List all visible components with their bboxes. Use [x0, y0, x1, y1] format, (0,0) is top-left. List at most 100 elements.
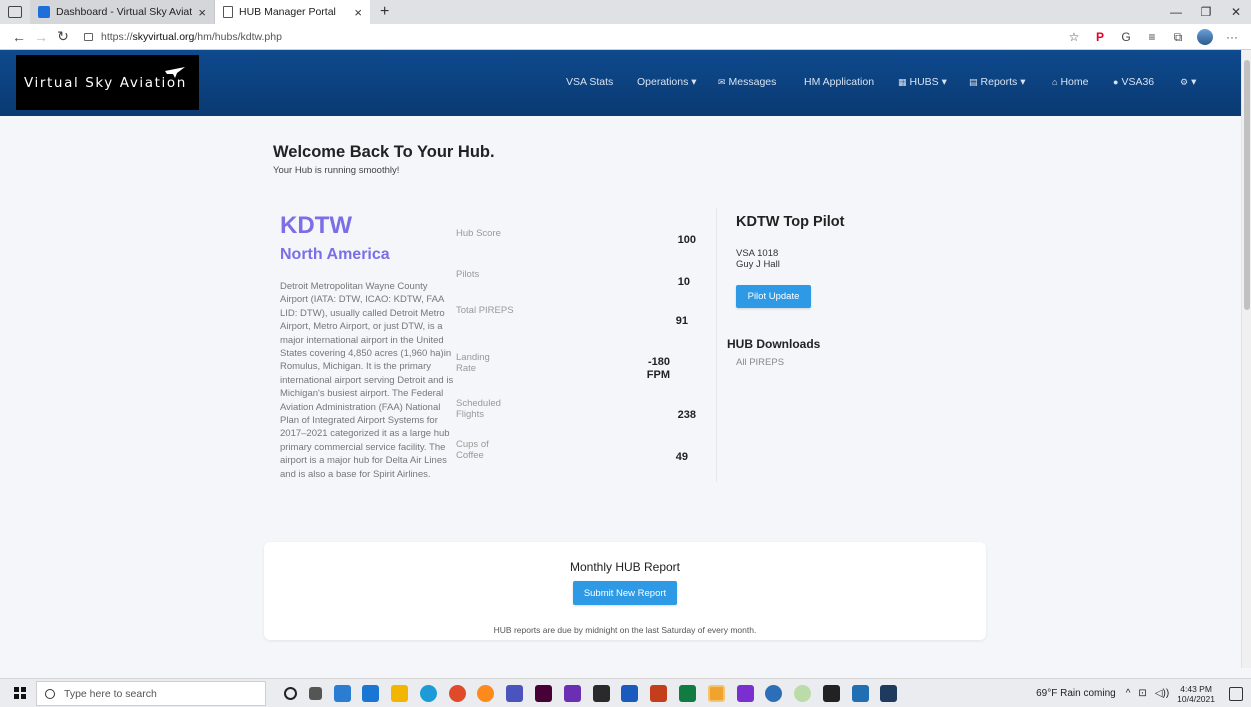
teams-icon[interactable]	[506, 685, 524, 702]
network-icon[interactable]: ⊡	[1138, 688, 1146, 699]
envelope-icon: ✉	[718, 77, 726, 87]
hub-region: North America	[280, 246, 390, 263]
vsa-favicon-icon	[38, 6, 50, 18]
url-prefix: https://	[101, 30, 133, 43]
search-placeholder: Type here to search	[64, 687, 157, 700]
nav-user[interactable]: ● VSA36	[1113, 76, 1154, 88]
browser-toolbar: ☆ P G ≡ ⧉ ···	[1061, 24, 1245, 50]
pinterest-icon[interactable]: P	[1087, 30, 1113, 44]
clock-date: 10/4/2021	[1177, 693, 1215, 704]
nav-operations[interactable]: Operations ▾	[637, 76, 697, 88]
tab-title: Dashboard - Virtual Sky Aviation	[56, 6, 193, 18]
new-tab-button[interactable]: +	[380, 3, 389, 21]
hub-description: Detroit Metropolitan Wayne County Airpor…	[280, 281, 454, 480]
reports-icon: ▤	[969, 77, 978, 87]
browser-tab-hub-manager[interactable]: HUB Manager Portal ×	[215, 0, 370, 24]
app-icon[interactable]	[333, 685, 351, 702]
stat-label-hub-score: Hub Score	[456, 228, 501, 239]
nav-messages[interactable]: ✉ Messages	[718, 76, 776, 88]
nav-hubs[interactable]: ▦ HUBS ▾	[898, 76, 947, 88]
app-icon[interactable]	[851, 685, 869, 702]
app-icon[interactable]	[880, 685, 898, 702]
taskbar-clock[interactable]: 4:43 PM 10/4/2021	[1177, 684, 1215, 704]
favorite-star-icon[interactable]: ☆	[1061, 30, 1087, 44]
close-window-icon[interactable]: ✕	[1221, 5, 1251, 19]
restore-icon[interactable]: ❐	[1191, 5, 1221, 19]
stat-value-scheduled-flights: 238	[677, 409, 696, 421]
p3d-icon[interactable]	[822, 685, 840, 702]
app-icon[interactable]	[765, 685, 783, 702]
home-icon: ⌂	[1052, 77, 1058, 87]
pilot-update-button[interactable]: Pilot Update	[736, 285, 811, 308]
app-active-icon[interactable]	[707, 685, 725, 702]
page-scrollbar[interactable]	[1241, 50, 1251, 668]
app-icon[interactable]	[563, 685, 581, 702]
tab-actions-icon[interactable]	[8, 6, 22, 18]
edge-icon[interactable]	[419, 685, 437, 702]
logo-text: Virtual Sky Aviation	[24, 74, 187, 91]
tab-close-icon[interactable]: ×	[354, 5, 362, 20]
submit-report-button[interactable]: Submit New Report	[573, 581, 677, 605]
nav-home[interactable]: ⌂ Home	[1052, 76, 1088, 88]
column-divider	[716, 208, 717, 482]
weather-widget[interactable]: 69°F Rain coming	[1036, 688, 1116, 699]
tab-close-icon[interactable]: ×	[198, 5, 206, 20]
taskbar-search-input[interactable]: Type here to search	[36, 681, 266, 706]
search-icon	[45, 688, 55, 699]
refresh-icon[interactable]: ↻	[52, 28, 74, 45]
top-pilot-title: KDTW Top Pilot	[736, 214, 845, 230]
taskbar-apps	[272, 679, 903, 707]
user-icon: ●	[1113, 77, 1119, 87]
browser-tab-dashboard[interactable]: Dashboard - Virtual Sky Aviation ×	[30, 0, 215, 24]
epic-games-icon[interactable]	[592, 685, 610, 702]
word-icon[interactable]	[621, 685, 639, 702]
stat-value-landing-rate: -180 FPM	[646, 356, 670, 381]
window-controls: — ❐ ✕	[1161, 0, 1251, 24]
windows-start-icon[interactable]	[14, 687, 26, 699]
stat-value-total-pireps: 91	[675, 315, 688, 327]
extension-icon[interactable]: G	[1113, 30, 1139, 44]
powerpoint-icon[interactable]	[650, 685, 668, 702]
volume-icon[interactable]: ◁))	[1155, 688, 1169, 699]
url-host: skyvirtual.org	[132, 30, 195, 43]
nav-reports[interactable]: ▤ Reports ▾	[969, 76, 1025, 88]
clock-time: 4:43 PM	[1180, 683, 1212, 694]
profile-avatar[interactable]	[1197, 29, 1213, 45]
tray-chevron-icon[interactable]: ^	[1126, 688, 1131, 699]
collections-icon[interactable]: ⧉	[1165, 30, 1191, 45]
excel-icon[interactable]	[678, 685, 696, 702]
app-icon[interactable]	[794, 685, 812, 702]
cortana-icon[interactable]	[284, 687, 297, 700]
site-logo[interactable]: Virtual Sky Aviation	[16, 55, 199, 110]
forward-icon[interactable]: →	[30, 29, 52, 45]
task-view-icon[interactable]	[308, 687, 322, 700]
scrollbar-thumb[interactable]	[1244, 60, 1250, 310]
address-bar: ← → ↻ https://skyvirtual.org/hm/hubs/kdt…	[0, 24, 1251, 50]
building-icon: ▦	[898, 77, 907, 87]
gear-icon: ⚙	[1180, 77, 1189, 87]
back-icon[interactable]: ←	[8, 29, 30, 45]
twitch-icon[interactable]	[736, 685, 754, 702]
dreamweaver-icon[interactable]	[535, 685, 553, 702]
page-title: Welcome Back To Your Hub.	[273, 143, 495, 161]
notification-icon[interactable]	[1229, 686, 1243, 701]
more-icon[interactable]: ···	[1219, 30, 1245, 44]
nav-hm-application[interactable]: HM Application	[804, 76, 874, 88]
chrome-icon[interactable]	[448, 685, 466, 702]
url-field[interactable]: https://skyvirtual.org/hm/hubs/kdtw.php	[84, 31, 282, 43]
stat-label-cups-of-coffee: Cups of Coffee	[456, 439, 489, 461]
file-explorer-icon[interactable]	[391, 685, 409, 702]
nav-settings[interactable]: ⚙ ▾	[1180, 76, 1196, 88]
firefox-icon[interactable]	[477, 685, 495, 702]
favorites-icon[interactable]: ≡	[1139, 30, 1165, 44]
page-subtitle: Your Hub is running smoothly!	[273, 165, 400, 176]
hub-code: KDTW	[280, 212, 352, 239]
nav-vsa-stats[interactable]: VSA Stats	[566, 76, 613, 88]
stat-label-landing-rate: Landing Rate	[456, 352, 490, 374]
all-pireps-link[interactable]: All PIREPS	[736, 357, 784, 368]
app-icon[interactable]	[362, 685, 380, 702]
monthly-report-card: Monthly HUB Report Submit New Report HUB…	[264, 542, 986, 640]
minimize-icon[interactable]: —	[1161, 5, 1191, 19]
stat-label-total-pireps: Total PIREPS	[456, 305, 514, 316]
stat-value-hub-score: 100	[677, 234, 696, 246]
